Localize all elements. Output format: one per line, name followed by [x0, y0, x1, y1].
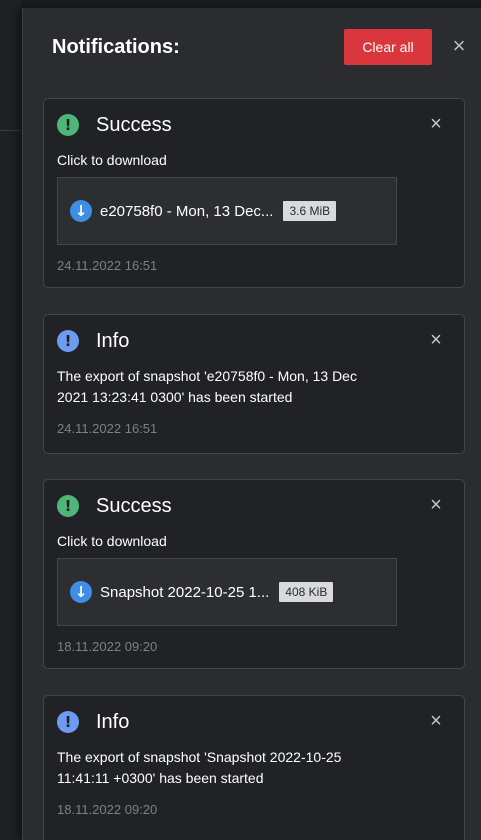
notification-header: ! Info [57, 329, 129, 353]
notification-timestamp: 18.11.2022 09:20 [57, 802, 158, 817]
exclamation-icon: ! [57, 330, 79, 352]
file-size-badge: 3.6 MiB [283, 201, 337, 221]
download-link[interactable]: ↓ Snapshot 2022-10-25 1... 408 KiB [57, 558, 397, 626]
notification-message: The export of snapshot 'Snapshot 2022-10… [57, 749, 342, 786]
file-size-badge: 408 KiB [279, 582, 334, 602]
background-divider [0, 130, 22, 131]
exclamation-icon: ! [57, 711, 79, 733]
close-icon[interactable]: × [426, 329, 446, 351]
notification-timestamp: 24.11.2022 16:51 [57, 421, 158, 436]
notification-message: Click to download [57, 533, 167, 549]
notification-timestamp: 24.11.2022 16:51 [57, 258, 158, 273]
download-arrow-icon: ↓ [70, 581, 92, 603]
notification-title: Info [96, 710, 130, 733]
notification-header: ! Success [57, 113, 172, 137]
notification-card: ! Success × Click to download ↓ Snapshot… [43, 479, 465, 669]
close-icon[interactable]: × [426, 113, 446, 135]
clear-all-button[interactable]: Clear all [344, 29, 432, 65]
panel-title: Notifications: [52, 36, 180, 58]
download-link[interactable]: ↓ e20758f0 - Mon, 13 Dec... 3.6 MiB [57, 177, 397, 245]
notification-title: Success [96, 113, 172, 136]
notification-message: Click to download [57, 152, 167, 168]
background-app [0, 0, 22, 840]
notification-title: Success [96, 494, 172, 517]
notification-card: ! Info × The export of snapshot 'Snapsho… [43, 695, 465, 840]
notification-card: ! Info × The export of snapshot 'e20758f… [43, 314, 465, 454]
notification-header: ! Success [57, 494, 172, 518]
download-file-name: Snapshot 2022-10-25 1... [100, 583, 270, 601]
download-file-name: e20758f0 - Mon, 13 Dec... [100, 202, 274, 220]
notification-card: ! Success × Click to download ↓ e20758f0… [43, 98, 465, 288]
exclamation-icon: ! [57, 114, 79, 136]
panel-header: Notifications: Clear all × [23, 8, 481, 88]
notification-timestamp: 18.11.2022 09:20 [57, 639, 158, 654]
notifications-panel: Notifications: Clear all × ! Success × C… [22, 8, 481, 840]
close-icon[interactable]: × [447, 33, 471, 59]
notification-header: ! Info [57, 710, 129, 734]
download-arrow-icon: ↓ [70, 200, 92, 222]
close-icon[interactable]: × [426, 710, 446, 732]
exclamation-icon: ! [57, 495, 79, 517]
notification-title: Info [96, 329, 130, 352]
notification-message: The export of snapshot 'e20758f0 - Mon, … [57, 368, 357, 405]
close-icon[interactable]: × [426, 494, 446, 516]
